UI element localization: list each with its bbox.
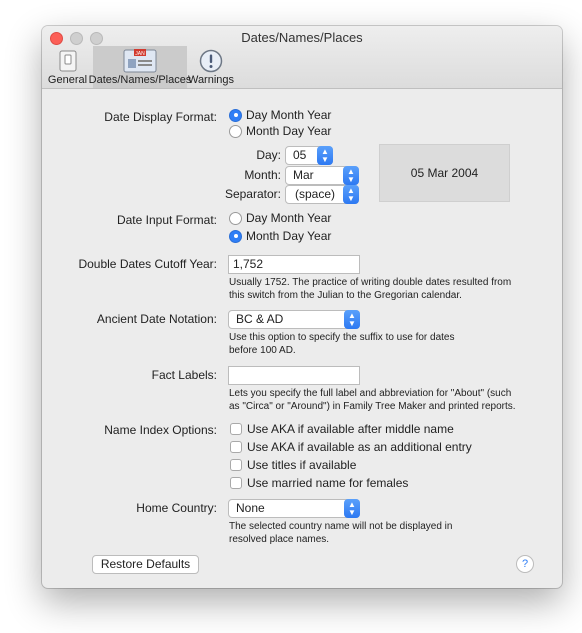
- radio-selected-indicator: [229, 108, 242, 122]
- month-label: Month:: [244, 168, 281, 182]
- day-popup[interactable]: 05 ▲ ▼: [285, 146, 333, 165]
- checkbox-box: [230, 423, 242, 435]
- stepper-arrows-icon: ▲ ▼: [317, 146, 333, 165]
- radio-selected-indicator: [229, 229, 242, 243]
- aka-after-middle-label: Use AKA if available after middle name: [247, 422, 454, 436]
- popup-arrows-icon: ▲ ▼: [343, 185, 359, 204]
- input-mdy-label: Month Day Year: [246, 229, 332, 243]
- calendar-card-icon: JAN: [123, 49, 157, 73]
- date-preview: 05 Mar 2004: [379, 144, 510, 202]
- ancient-notation-value: BC & AD: [236, 312, 284, 326]
- date-display-format-label: Date Display Format:: [104, 110, 217, 124]
- popup-arrows-icon: ▲ ▼: [344, 310, 360, 329]
- use-titles-checkbox[interactable]: Use titles if available: [230, 458, 356, 472]
- radio-unselected-indicator: [229, 211, 242, 225]
- tab-general-label: General: [47, 74, 88, 86]
- display-mdy-label: Month Day Year: [246, 124, 332, 138]
- use-titles-label: Use titles if available: [247, 458, 357, 472]
- input-month-day-year-radio[interactable]: Month Day Year: [229, 229, 331, 243]
- fact-labels-input[interactable]: [228, 366, 360, 385]
- restore-defaults-button[interactable]: Restore Defaults: [92, 555, 199, 574]
- fact-labels-help: Lets you specify the full label and abbr…: [229, 388, 516, 412]
- tab-general[interactable]: General: [42, 46, 93, 88]
- date-input-format-label: Date Input Format:: [116, 213, 217, 227]
- home-country-popup[interactable]: None ▲ ▼: [228, 499, 360, 518]
- double-dates-label: Double Dates Cutoff Year:: [78, 257, 217, 271]
- input-day-month-year-radio[interactable]: Day Month Year: [229, 211, 331, 225]
- popup-arrows-icon: ▲ ▼: [344, 499, 360, 518]
- checkbox-box: [230, 441, 242, 453]
- day-label: Day:: [256, 148, 281, 162]
- day-value: 05: [293, 148, 307, 162]
- month-popup[interactable]: Mar ▲ ▼: [285, 166, 359, 185]
- tab-dates-names-places[interactable]: JAN Dates/Names/Places: [89, 46, 191, 88]
- window-title: Dates/Names/Places: [241, 30, 363, 45]
- preferences-toolbar: General JAN Dates/Names/Places Warnings: [42, 46, 235, 88]
- help-button[interactable]: ?: [516, 555, 534, 573]
- separator-label: Separator:: [224, 187, 281, 201]
- warning-icon: [199, 49, 223, 73]
- calendar-badge-text: JAN: [135, 51, 145, 57]
- tab-warnings-label: Warnings: [187, 74, 235, 86]
- married-name-label: Use married name for females: [247, 476, 409, 490]
- married-name-checkbox[interactable]: Use married name for females: [230, 476, 408, 490]
- month-value: Mar: [293, 168, 314, 182]
- input-dmy-label: Day Month Year: [246, 211, 332, 225]
- ancient-notation-help: Use this option to specify the suffix to…: [229, 332, 455, 356]
- separator-popup[interactable]: (space) ▲ ▼: [285, 185, 359, 204]
- name-index-label: Name Index Options:: [104, 423, 217, 437]
- home-country-help: The selected country name will not be di…: [229, 521, 453, 545]
- preferences-window: Dates/Names/Places General JAN Dates/Nam…: [42, 26, 562, 588]
- popup-arrows-icon: ▲ ▼: [343, 166, 359, 185]
- title-bar: Dates/Names/Places General JAN Dates/Nam…: [42, 26, 562, 89]
- aka-additional-label: Use AKA if available as an additional en…: [247, 440, 472, 454]
- date-preview-text: 05 Mar 2004: [410, 166, 479, 180]
- aka-after-middle-checkbox[interactable]: Use AKA if available after middle name: [230, 422, 454, 436]
- ancient-notation-popup[interactable]: BC & AD ▲ ▼: [228, 310, 360, 329]
- checkbox-box: [230, 459, 242, 471]
- home-country-value: None: [236, 501, 265, 515]
- radio-unselected-indicator: [229, 124, 242, 138]
- display-day-month-year-radio[interactable]: Day Month Year: [229, 108, 331, 122]
- separator-value: (space): [294, 187, 335, 201]
- ancient-notation-label: Ancient Date Notation:: [96, 312, 217, 326]
- tab-dates-label: Dates/Names/Places: [88, 74, 192, 86]
- checkbox-box: [230, 477, 242, 489]
- aka-additional-entry-checkbox[interactable]: Use AKA if available as an additional en…: [230, 440, 472, 454]
- display-month-day-year-radio[interactable]: Month Day Year: [229, 124, 331, 138]
- double-dates-help: Usually 1752. The practice of writing do…: [229, 277, 512, 301]
- tab-warnings[interactable]: Warnings: [187, 46, 235, 88]
- double-dates-input[interactable]: 1,752: [228, 255, 360, 274]
- display-dmy-label: Day Month Year: [246, 108, 332, 122]
- home-country-label: Home Country:: [136, 501, 217, 515]
- switch-icon: [59, 49, 77, 73]
- fact-labels-label: Fact Labels:: [151, 368, 217, 382]
